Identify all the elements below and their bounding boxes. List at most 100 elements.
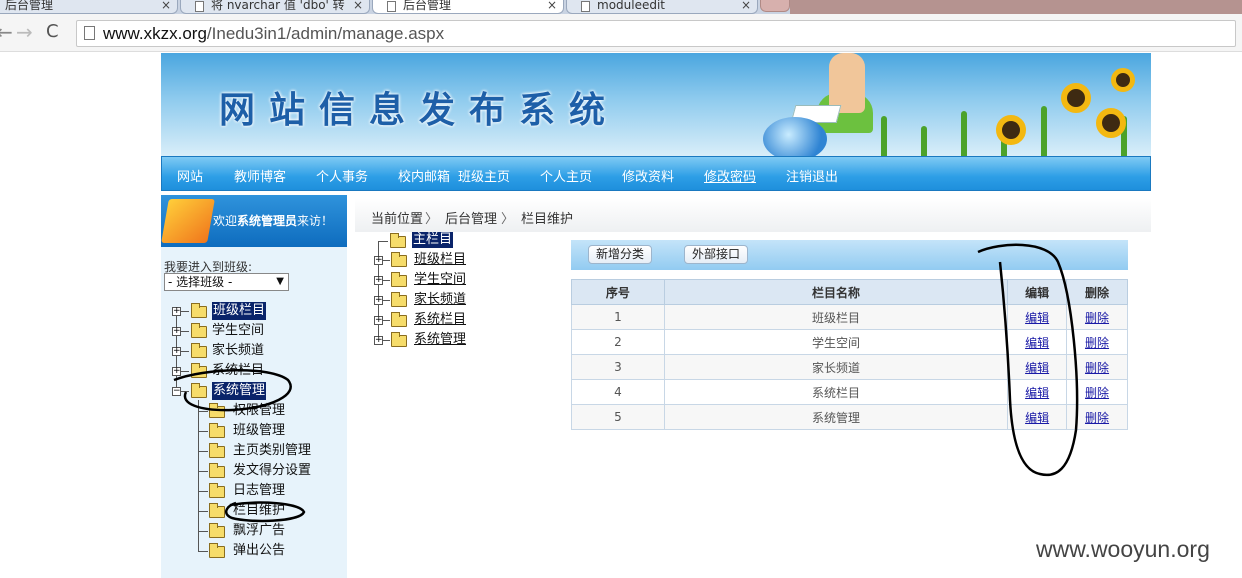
breadcrumb-item[interactable]: 后台管理 (445, 208, 497, 227)
tree-label[interactable]: 系统管理 (212, 382, 267, 400)
sunflower (1096, 108, 1126, 138)
page-favicon-icon (581, 1, 590, 12)
sub-tree-item[interactable]: 弹出公告 (198, 542, 318, 560)
main-menu: 网站 教师博客 个人事务 校内邮箱 班级主页 个人主页 修改资料 修改密码 注销… (161, 156, 1151, 191)
reload-icon[interactable]: C (46, 20, 59, 44)
sub-tree-item[interactable]: 班级管理 (198, 422, 318, 440)
table-toolbar: 新增分类 外部接口 (571, 240, 1128, 270)
menu-item-teacher-blog[interactable]: 教师博客 (234, 166, 286, 185)
edit-link[interactable]: 编辑 (1025, 411, 1049, 425)
expand-plus-icon[interactable]: + (374, 316, 383, 325)
tree-label[interactable]: 家长频道 (414, 291, 466, 309)
delete-link[interactable]: 删除 (1085, 411, 1109, 425)
tree-label[interactable]: 系统管理 (414, 331, 466, 349)
tree-item[interactable]: + 系统管理 (374, 331, 484, 349)
page-favicon-icon (195, 1, 204, 12)
tree-label[interactable]: 主页类别管理 (233, 442, 311, 460)
sub-tree-item[interactable]: 权限管理 (198, 402, 318, 420)
sub-tree-item[interactable]: 主页类别管理 (198, 442, 328, 460)
sub-tree-item[interactable]: 飘浮广告 (198, 522, 318, 540)
new-tab-button[interactable] (760, 0, 790, 12)
tree-root[interactable]: 主栏目 (378, 232, 478, 250)
folder-icon (391, 292, 407, 307)
back-arrow-icon[interactable]: ← (0, 20, 13, 44)
expand-plus-icon[interactable]: + (374, 336, 383, 345)
breadcrumb-separator: 〉 (425, 212, 439, 227)
edit-link[interactable]: 编辑 (1025, 336, 1049, 350)
expand-plus-icon[interactable]: + (374, 256, 383, 265)
expand-plus-icon[interactable]: + (172, 327, 181, 336)
tree-item[interactable]: + 班级栏目 (172, 302, 292, 320)
sub-tree-item[interactable]: 发文得分设置 (198, 462, 328, 480)
edit-cell: 编辑 (1007, 404, 1068, 430)
menu-item-internal-mail[interactable]: 校内邮箱 (398, 166, 450, 185)
delete-link[interactable]: 删除 (1085, 386, 1109, 400)
tree-item[interactable]: + 家长频道 (172, 342, 292, 360)
close-tab-icon[interactable]: × (547, 0, 557, 11)
tree-label[interactable]: 家长频道 (212, 342, 264, 360)
breadcrumb-separator: 〉 (501, 212, 515, 227)
tree-label[interactable]: 班级栏目 (212, 302, 267, 320)
expand-plus-icon[interactable]: + (172, 367, 181, 376)
forward-arrow-icon[interactable]: → (16, 20, 33, 44)
close-tab-icon[interactable]: × (741, 0, 751, 11)
tree-label[interactable]: 权限管理 (233, 402, 285, 420)
tree-item[interactable]: − 系统管理 (172, 382, 292, 400)
tree-label[interactable]: 学生空间 (414, 271, 466, 289)
menu-item-class-home[interactable]: 班级主页 (458, 166, 510, 185)
add-category-button[interactable]: 新增分类 (588, 245, 652, 264)
tree-label[interactable]: 日志管理 (233, 482, 285, 500)
delete-link[interactable]: 删除 (1085, 336, 1109, 350)
sunflower (1111, 68, 1135, 92)
address-bar[interactable]: www.xkzx.org/Inedu3in1/admin/manage.aspx (76, 20, 1236, 47)
edit-link[interactable]: 编辑 (1025, 311, 1049, 325)
tree-item[interactable]: + 班级栏目 (374, 251, 484, 269)
tree-label[interactable]: 班级管理 (233, 422, 285, 440)
browser-tab[interactable]: 将 nvarchar 值 'dbo' 转 × (180, 0, 370, 14)
tree-label[interactable]: 系统栏目 (212, 362, 264, 380)
expand-plus-icon[interactable]: + (374, 276, 383, 285)
menu-item-site[interactable]: 网站 (177, 166, 203, 185)
url-host: www.xkzx.org (103, 24, 207, 43)
tree-item[interactable]: + 学生空间 (172, 322, 292, 340)
tree-item[interactable]: + 系统栏目 (374, 311, 484, 329)
menu-item-logout[interactable]: 注销退出 (786, 166, 838, 185)
tree-label[interactable]: 飘浮广告 (233, 522, 285, 540)
delete-link[interactable]: 删除 (1085, 311, 1109, 325)
browser-tab[interactable]: 后台管理 × (0, 0, 178, 14)
expand-plus-icon[interactable]: + (172, 347, 181, 356)
table-row: 3 家长频道 编辑 删除 (571, 354, 1128, 380)
sub-tree-item[interactable]: 栏目维护 (198, 502, 318, 520)
tree-line (378, 241, 388, 242)
tree-label[interactable]: 班级栏目 (414, 251, 466, 269)
tree-item[interactable]: + 学生空间 (374, 271, 484, 289)
column-header: 序号 (571, 279, 665, 305)
expand-plus-icon[interactable]: + (172, 307, 181, 316)
menu-item-personal-home[interactable]: 个人主页 (540, 166, 592, 185)
class-select[interactable]: - 选择班级 - ▼ (164, 273, 289, 291)
expand-plus-icon[interactable]: + (374, 296, 383, 305)
menu-item-personal-affairs[interactable]: 个人事务 (316, 166, 368, 185)
cell-name: 家长频道 (663, 354, 1009, 380)
tree-item[interactable]: + 系统栏目 (172, 362, 292, 380)
tree-label[interactable]: 发文得分设置 (233, 462, 311, 480)
tree-label[interactable]: 学生空间 (212, 322, 264, 340)
tree-label[interactable]: 主栏目 (412, 232, 454, 248)
external-api-button[interactable]: 外部接口 (684, 245, 748, 264)
url-text[interactable]: www.xkzx.org/Inedu3in1/admin/manage.aspx (103, 24, 444, 44)
close-tab-icon[interactable]: × (353, 0, 363, 11)
tree-item[interactable]: + 家长频道 (374, 291, 484, 309)
collapse-minus-icon[interactable]: − (172, 387, 181, 396)
tree-label[interactable]: 弹出公告 (233, 542, 285, 560)
edit-link[interactable]: 编辑 (1025, 361, 1049, 375)
browser-tab-active[interactable]: 后台管理 × (372, 0, 564, 14)
close-tab-icon[interactable]: × (161, 0, 171, 11)
menu-item-edit-profile[interactable]: 修改资料 (622, 166, 674, 185)
browser-tab[interactable]: moduleedit × (566, 0, 758, 14)
edit-link[interactable]: 编辑 (1025, 386, 1049, 400)
tree-label[interactable]: 系统栏目 (414, 311, 466, 329)
menu-item-change-password[interactable]: 修改密码 (704, 166, 756, 185)
tree-label[interactable]: 栏目维护 (233, 502, 285, 520)
sub-tree-item[interactable]: 日志管理 (198, 482, 318, 500)
delete-link[interactable]: 删除 (1085, 361, 1109, 375)
